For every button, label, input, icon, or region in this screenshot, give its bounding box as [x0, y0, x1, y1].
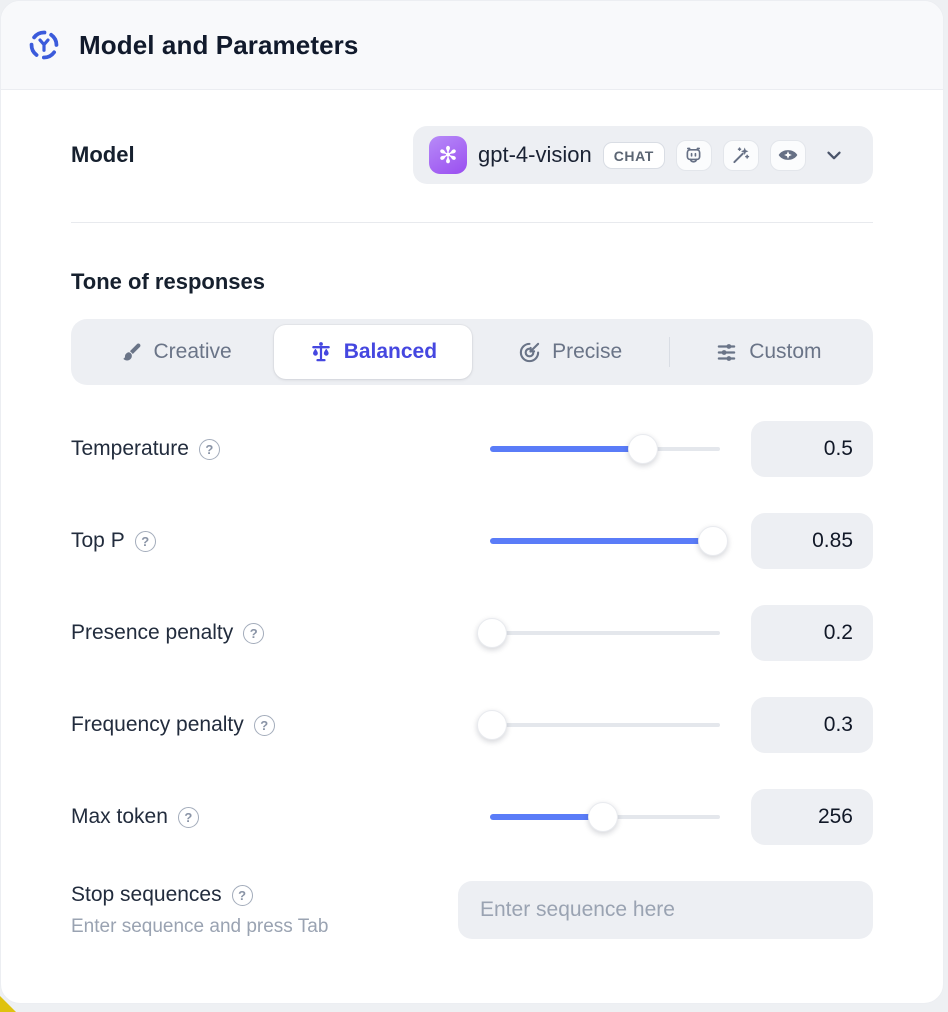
help-icon[interactable]: ?	[178, 807, 199, 828]
stop-sequences-helper: Enter sequence and press Tab	[71, 916, 458, 938]
help-icon[interactable]: ?	[135, 531, 156, 552]
panel-header: Model and Parameters	[1, 1, 943, 90]
max-token-label: Max token	[71, 805, 168, 829]
chevron-down-icon	[823, 144, 845, 166]
balance-scale-icon	[309, 340, 333, 364]
tone-tab-bar: Creative Balanced	[71, 319, 873, 385]
top-p-value[interactable]: 0.85	[751, 513, 873, 569]
model-row: Model ✻ gpt-4-vision CHAT	[71, 126, 873, 184]
selected-model-name: gpt-4-vision	[478, 142, 592, 168]
section-divider	[71, 222, 873, 223]
panel-title: Model and Parameters	[79, 30, 358, 61]
frequency-penalty-value[interactable]: 0.3	[751, 697, 873, 753]
max-token-value[interactable]: 256	[751, 789, 873, 845]
top-p-row: Top P ? 0.85	[71, 513, 873, 569]
target-icon	[518, 341, 541, 364]
frequency-penalty-slider[interactable]	[490, 710, 720, 740]
chat-type-badge: CHAT	[603, 142, 665, 169]
slider-fill	[490, 446, 643, 452]
temperature-slider[interactable]	[490, 434, 720, 464]
robot-icon	[676, 140, 712, 171]
slider-track	[490, 723, 720, 727]
model-nodes-icon	[27, 28, 61, 62]
help-icon[interactable]: ?	[254, 715, 275, 736]
tab-creative[interactable]: Creative	[77, 325, 274, 379]
frequency-penalty-row: Frequency penalty ? 0.3	[71, 697, 873, 753]
model-parameters-panel: Model and Parameters Model ✻ gpt-4-visio…	[0, 0, 944, 1004]
paintbrush-icon	[120, 341, 143, 364]
tone-section-title: Tone of responses	[71, 269, 873, 295]
stop-sequences-label: Stop sequences	[71, 883, 222, 907]
max-token-slider[interactable]	[490, 802, 720, 832]
temperature-row: Temperature ? 0.5	[71, 421, 873, 477]
slider-fill	[490, 814, 603, 820]
presence-penalty-label: Presence penalty	[71, 621, 233, 645]
tab-precise[interactable]: Precise	[472, 325, 669, 379]
slider-fill	[490, 538, 713, 544]
top-p-slider[interactable]	[490, 526, 720, 556]
max-token-row: Max token ? 256	[71, 789, 873, 845]
tab-label: Precise	[552, 340, 622, 364]
help-icon[interactable]: ?	[199, 439, 220, 460]
slider-knob[interactable]	[628, 434, 658, 464]
slider-knob[interactable]	[588, 802, 618, 832]
vision-eye-icon	[770, 140, 806, 171]
temperature-label: Temperature	[71, 437, 189, 461]
help-icon[interactable]: ?	[243, 623, 264, 644]
slider-knob[interactable]	[477, 618, 507, 648]
tab-label: Balanced	[344, 340, 437, 364]
model-select[interactable]: ✻ gpt-4-vision CHAT	[413, 126, 873, 184]
help-icon[interactable]: ?	[232, 885, 253, 906]
slider-knob[interactable]	[698, 526, 728, 556]
sliders-icon	[715, 341, 738, 364]
tab-label: Custom	[749, 340, 821, 364]
temperature-value[interactable]: 0.5	[751, 421, 873, 477]
tab-custom[interactable]: Custom	[670, 325, 867, 379]
frequency-penalty-label: Frequency penalty	[71, 713, 244, 737]
slider-track	[490, 631, 720, 635]
model-label: Model	[71, 142, 413, 168]
stop-sequence-input[interactable]	[458, 881, 873, 939]
tab-balanced[interactable]: Balanced	[274, 325, 471, 379]
presence-penalty-row: Presence penalty ? 0.2	[71, 605, 873, 661]
stop-sequences-row: Stop sequences ? Enter sequence and pres…	[71, 881, 873, 939]
presence-penalty-slider[interactable]	[490, 618, 720, 648]
magic-wand-icon	[723, 140, 759, 171]
openai-logo: ✻	[429, 136, 467, 174]
top-p-label: Top P	[71, 529, 125, 553]
presence-penalty-value[interactable]: 0.2	[751, 605, 873, 661]
tab-label: Creative	[154, 340, 232, 364]
slider-knob[interactable]	[477, 710, 507, 740]
